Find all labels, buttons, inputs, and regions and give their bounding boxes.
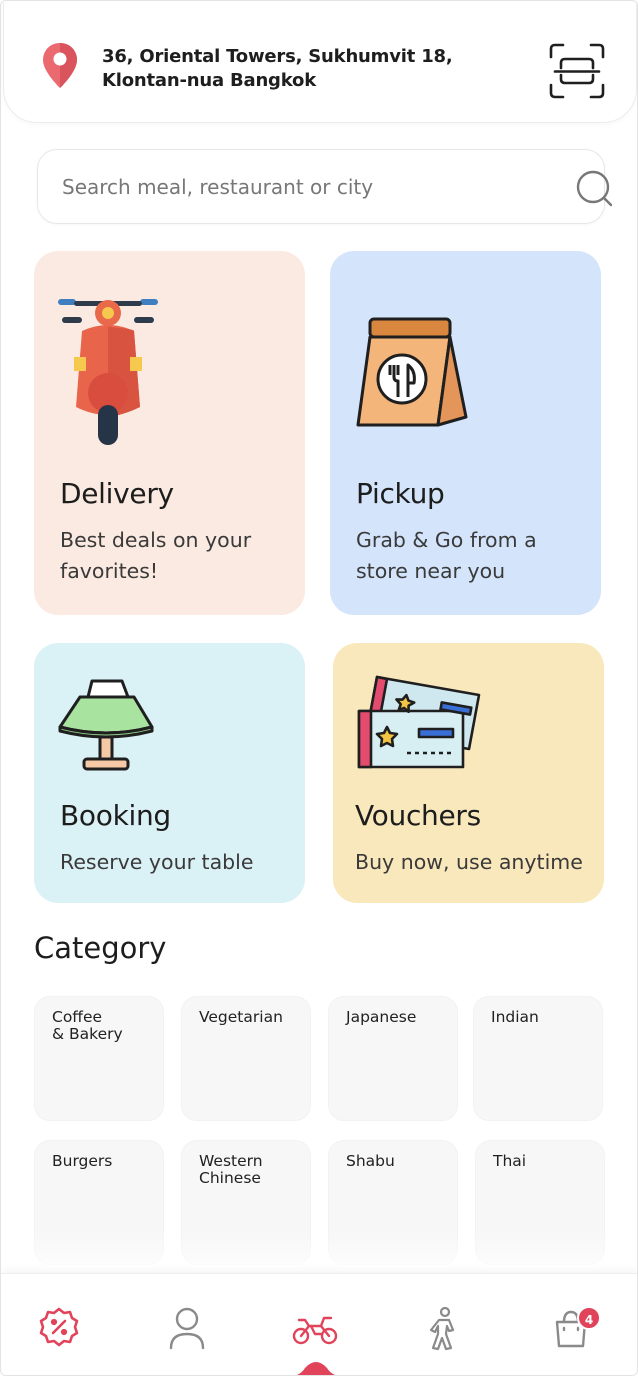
profile-icon[interactable] <box>163 1304 211 1352</box>
delivery-subtitle-line-2: favorites! <box>60 559 159 583</box>
category-label: Burgers <box>52 1152 113 1170</box>
booking-card[interactable]: Booking Reserve your table <box>34 643 305 903</box>
motorbike-icon[interactable] <box>291 1304 339 1352</box>
category-label: Thai <box>493 1152 527 1170</box>
category-tile[interactable]: Japanese <box>328 996 458 1121</box>
address-line-2: Klontan-nua Bangkok <box>102 70 316 91</box>
pickup-title: Pickup <box>356 477 445 510</box>
category-label: Western Chinese <box>199 1152 263 1187</box>
delivery-subtitle-line-1: Best deals on your <box>60 528 252 552</box>
category-tile[interactable]: Indian <box>473 996 603 1121</box>
category-tile[interactable]: Thai <box>475 1140 605 1265</box>
cart-count-badge: 4 <box>577 1306 601 1330</box>
category-heading: Category <box>34 931 167 965</box>
walking-person-icon[interactable] <box>419 1304 467 1352</box>
map-pin-icon <box>43 43 77 88</box>
category-tile[interactable]: Burgers <box>34 1140 164 1265</box>
app-screen: 36, Oriental Towers, Sukhumvit 18, Klont… <box>0 0 638 1376</box>
category-label: Shabu <box>346 1152 395 1170</box>
reserved-table-icon <box>58 679 154 771</box>
active-tab-indicator <box>297 1362 335 1375</box>
delivery-address[interactable]: 36, Oriental Towers, Sukhumvit 18, Klont… <box>102 45 453 93</box>
booking-title: Booking <box>60 799 171 832</box>
category-label: Vegetarian <box>199 1008 283 1026</box>
discount-badge-icon[interactable] <box>35 1304 83 1352</box>
category-tile[interactable]: Shabu <box>328 1140 458 1265</box>
bottom-nav <box>1 1273 637 1375</box>
booking-subtitle: Reserve your table <box>60 850 254 874</box>
delivery-title: Delivery <box>60 477 174 510</box>
category-tile[interactable]: Vegetarian <box>181 996 311 1121</box>
pickup-subtitle: Grab & Go from a store near you <box>356 525 537 587</box>
delivery-card[interactable]: Delivery Best deals on your favorites! <box>34 251 305 615</box>
search-input[interactable] <box>62 172 532 202</box>
category-label: Indian <box>491 1008 539 1026</box>
vouchers-title: Vouchers <box>355 799 481 832</box>
ticket-icon <box>357 675 481 769</box>
pickup-subtitle-line-1: Grab & Go from a <box>356 528 537 552</box>
pickup-card[interactable]: Pickup Grab & Go from a store near you <box>330 251 601 615</box>
vouchers-subtitle: Buy now, use anytime <box>355 850 583 874</box>
category-tile[interactable]: Coffee & Bakery <box>34 996 164 1121</box>
category-tile[interactable]: Western Chinese <box>181 1140 311 1265</box>
vouchers-card[interactable]: Vouchers Buy now, use anytime <box>333 643 604 903</box>
location-header: 36, Oriental Towers, Sukhumvit 18, Klont… <box>3 3 637 123</box>
search-bar[interactable] <box>37 149 613 224</box>
takeaway-bag-icon <box>356 317 468 427</box>
category-label: Coffee & Bakery <box>52 1008 123 1043</box>
pickup-subtitle-line-2: store near you <box>356 559 506 583</box>
delivery-subtitle: Best deals on your favorites! <box>60 525 251 587</box>
scooter-icon <box>58 299 158 445</box>
search-icon[interactable] <box>574 168 614 208</box>
address-line-1: 36, Oriental Towers, Sukhumvit 18, <box>102 46 453 67</box>
category-label: Japanese <box>346 1008 417 1026</box>
scan-icon[interactable] <box>548 43 606 99</box>
